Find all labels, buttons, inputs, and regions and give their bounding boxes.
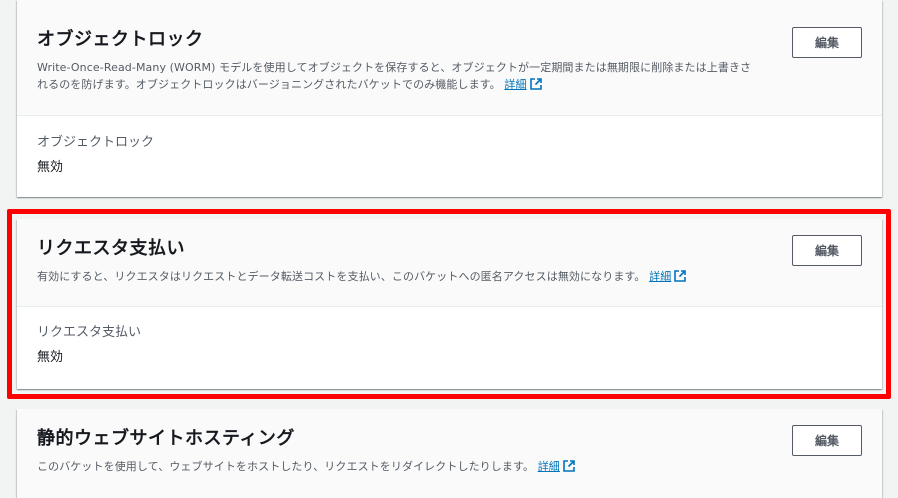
object-lock-description: Write-Once-Read-Many (WORM) モデルを使用してオブジェ… — [37, 59, 762, 93]
external-link-icon — [563, 460, 575, 472]
static-website-link-label: 詳細 — [537, 460, 560, 473]
object-lock-body: オブジェクトロック 無効 — [17, 116, 882, 178]
object-lock-field-value: 無効 — [37, 160, 64, 175]
object-lock-link-label: 詳細 — [504, 78, 527, 91]
static-website-description: このバケットを使用して、ウェブサイトをホストしたり、リクエストをリダイレクトした… — [37, 458, 762, 475]
external-link-icon — [674, 270, 687, 282]
requester-pays-body: リクエスタ支払い 無効 — [17, 307, 882, 368]
static-website-edit-button[interactable]: 編集 — [792, 425, 862, 456]
object-lock-learn-more-link[interactable]: 詳細 — [504, 78, 542, 91]
static-website-desc-text: このバケットを使用して、ウェブサイトをホストしたり、リクエストをリダイレクトした… — [37, 460, 535, 473]
object-lock-title: オブジェクトロック — [37, 29, 204, 50]
requester-pays-field-value: 無効 — [37, 350, 64, 365]
requester-pays-learn-more-link[interactable]: 詳細 — [649, 270, 687, 283]
requester-pays-panel: リクエスタ支払い 有効にすると、リクエスタはリクエストとデータ転送コストを支払い… — [17, 219, 882, 389]
requester-pays-field-label: リクエスタ支払い — [37, 325, 142, 340]
static-website-title: 静的ウェブサイトホスティング — [37, 428, 295, 449]
page: オブジェクトロック Write-Once-Read-Many (WORM) モデ… — [0, 0, 898, 498]
object-lock-field-label: オブジェクトロック — [37, 135, 155, 150]
external-link-icon — [529, 78, 542, 90]
object-lock-panel: オブジェクトロック Write-Once-Read-Many (WORM) モデ… — [17, 0, 882, 197]
requester-pays-link-label: 詳細 — [649, 270, 672, 283]
requester-pays-desc-text: 有効にすると、リクエスタはリクエストとデータ転送コストを支払い、このバケットへの… — [37, 270, 646, 283]
static-website-header: 静的ウェブサイトホスティング このバケットを使用して、ウェブサイトをホストしたり… — [17, 409, 882, 498]
requester-pays-description: 有効にすると、リクエスタはリクエストとデータ転送コストを支払い、このバケットへの… — [37, 268, 762, 285]
object-lock-header: オブジェクトロック Write-Once-Read-Many (WORM) モデ… — [17, 0, 882, 116]
static-website-panel: 静的ウェブサイトホスティング このバケットを使用して、ウェブサイトをホストしたり… — [17, 409, 882, 498]
static-website-learn-more-link[interactable]: 詳細 — [538, 460, 575, 473]
object-lock-edit-button[interactable]: 編集 — [792, 27, 862, 58]
requester-pays-edit-button[interactable]: 編集 — [792, 235, 862, 266]
requester-pays-header: リクエスタ支払い 有効にすると、リクエスタはリクエストとデータ転送コストを支払い… — [17, 219, 882, 307]
object-lock-desc-text: Write-Once-Read-Many (WORM) モデルを使用してオブジェ… — [37, 61, 752, 91]
requester-pays-title: リクエスタ支払い — [37, 238, 185, 259]
